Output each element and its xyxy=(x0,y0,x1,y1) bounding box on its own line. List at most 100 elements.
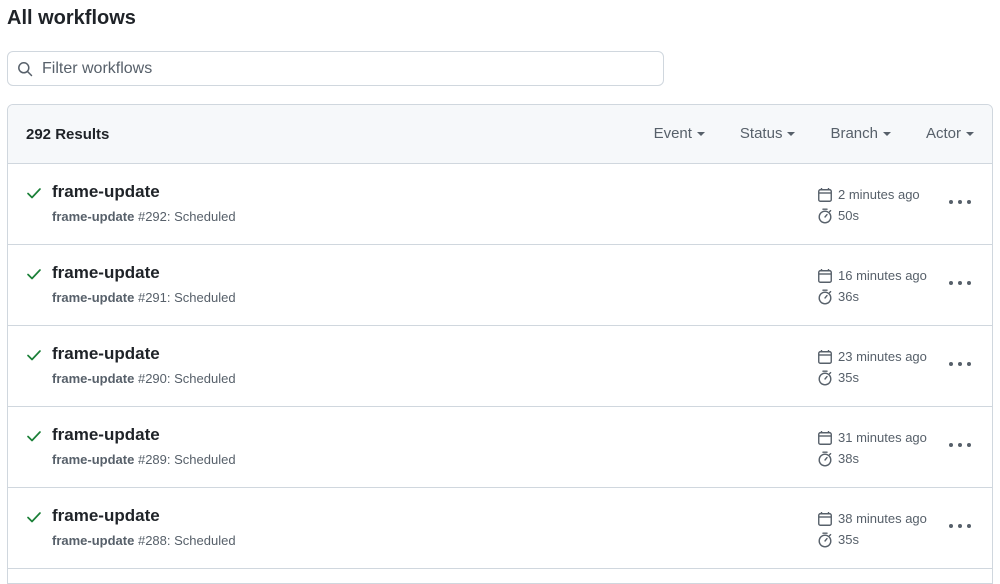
run-duration: 50s xyxy=(817,205,947,226)
actor-filter-menu[interactable]: Actor xyxy=(926,125,974,142)
run-duration: 36s xyxy=(817,286,947,307)
stopwatch-icon xyxy=(818,289,832,305)
kebab-dot xyxy=(958,362,962,366)
workflow-run-row[interactable]: frame-update frame-update #292: Schedule… xyxy=(8,164,992,245)
kebab-horizontal-icon xyxy=(949,443,953,447)
results-count: 292 Results xyxy=(26,126,110,143)
kebab-dot xyxy=(958,200,962,204)
run-timing: 16 minutes ago 36s xyxy=(817,265,947,307)
caret-down-icon xyxy=(966,132,974,136)
run-number-event: #291: Scheduled xyxy=(134,290,236,305)
run-started: 31 minutes ago xyxy=(817,427,947,448)
check-icon xyxy=(27,269,41,280)
run-number-event: #289: Scheduled xyxy=(134,452,236,467)
filter-workflows-field[interactable] xyxy=(7,51,664,86)
run-duration-text: 50s xyxy=(838,208,859,223)
run-timing: 2 minutes ago 50s xyxy=(817,184,947,226)
run-workflow-name: frame-update xyxy=(52,533,135,548)
kebab-horizontal-icon xyxy=(949,524,953,528)
run-started-text: 38 minutes ago xyxy=(838,511,927,526)
run-workflow-name: frame-update xyxy=(52,209,135,224)
kebab-dot xyxy=(958,443,962,447)
run-more-options-button[interactable] xyxy=(949,355,971,373)
check-icon xyxy=(27,350,41,361)
actor-filter-label: Actor xyxy=(925,125,961,142)
run-meta: frame-update #291: Scheduled xyxy=(52,290,236,305)
workflow-run-row[interactable]: frame-update frame-update #288: Schedule… xyxy=(8,488,992,569)
caret-down-icon xyxy=(787,132,796,136)
event-filter-menu[interactable]: Event xyxy=(654,125,705,142)
run-started: 2 minutes ago xyxy=(817,184,947,205)
run-title-link[interactable]: frame-update xyxy=(52,263,160,283)
runs-header: 292 Results Event Status Branch Actor xyxy=(8,105,992,164)
stopwatch-icon xyxy=(818,370,832,386)
run-number-event: #292: Scheduled xyxy=(134,209,236,224)
run-meta: frame-update #288: Scheduled xyxy=(52,533,236,548)
run-duration: 38s xyxy=(817,448,947,469)
run-title-link[interactable]: frame-update xyxy=(52,506,160,526)
runs-list: frame-update frame-update #292: Schedule… xyxy=(8,164,992,569)
calendar-icon xyxy=(818,268,832,283)
workflow-runs-box: 292 Results Event Status Branch Actor fr… xyxy=(7,104,993,584)
kebab-dot xyxy=(958,524,962,528)
run-started-text: 16 minutes ago xyxy=(838,268,927,283)
kebab-dot xyxy=(967,281,971,285)
run-started-text: 2 minutes ago xyxy=(838,187,920,202)
workflow-run-row[interactable]: frame-update frame-update #290: Schedule… xyxy=(8,326,992,407)
run-workflow-name: frame-update xyxy=(52,371,135,386)
run-workflow-name: frame-update xyxy=(52,290,135,305)
kebab-horizontal-icon xyxy=(949,362,953,366)
filter-menus: Event Status Branch Actor xyxy=(654,125,974,142)
run-number-event: #288: Scheduled xyxy=(134,533,236,548)
calendar-icon xyxy=(818,511,832,526)
run-title-link[interactable]: frame-update xyxy=(52,344,160,364)
run-duration-text: 35s xyxy=(838,532,859,547)
branch-filter-label: Branch xyxy=(830,125,878,142)
workflow-run-row[interactable]: frame-update frame-update #289: Schedule… xyxy=(8,407,992,488)
check-icon xyxy=(27,188,41,199)
run-more-options-button[interactable] xyxy=(949,436,971,454)
status-filter-label: Status xyxy=(739,125,783,142)
run-timing: 23 minutes ago 35s xyxy=(817,346,947,388)
kebab-dot xyxy=(967,524,971,528)
page-title: All workflows xyxy=(7,7,136,29)
kebab-horizontal-icon xyxy=(949,200,953,204)
run-duration: 35s xyxy=(817,367,947,388)
run-timing: 31 minutes ago 38s xyxy=(817,427,947,469)
run-title-link[interactable]: frame-update xyxy=(52,182,160,202)
status-filter-menu[interactable]: Status xyxy=(740,125,796,142)
stopwatch-icon xyxy=(818,208,832,224)
run-started: 38 minutes ago xyxy=(817,508,947,529)
kebab-dot xyxy=(967,200,971,204)
filter-workflows-input[interactable] xyxy=(42,52,652,85)
run-started: 23 minutes ago xyxy=(817,346,947,367)
kebab-dot xyxy=(958,281,962,285)
run-timing: 38 minutes ago 35s xyxy=(817,508,947,550)
run-more-options-button[interactable] xyxy=(949,274,971,292)
run-more-options-button[interactable] xyxy=(949,193,971,211)
branch-filter-menu[interactable]: Branch xyxy=(830,125,891,142)
check-icon xyxy=(27,512,41,523)
workflow-run-row[interactable]: frame-update frame-update #291: Schedule… xyxy=(8,245,992,326)
run-started-text: 31 minutes ago xyxy=(838,430,927,445)
run-more-options-button[interactable] xyxy=(949,517,971,535)
caret-down-icon xyxy=(696,132,705,136)
run-started: 16 minutes ago xyxy=(817,265,947,286)
run-title-link[interactable]: frame-update xyxy=(52,425,160,445)
calendar-icon xyxy=(818,187,832,202)
run-started-text: 23 minutes ago xyxy=(838,349,927,364)
run-meta: frame-update #292: Scheduled xyxy=(52,209,236,224)
kebab-dot xyxy=(967,362,971,366)
caret-down-icon xyxy=(882,132,891,136)
calendar-icon xyxy=(818,430,832,445)
run-meta: frame-update #289: Scheduled xyxy=(52,452,236,467)
run-duration-text: 36s xyxy=(838,289,859,304)
run-workflow-name: frame-update xyxy=(52,452,135,467)
check-icon xyxy=(27,431,41,442)
search-icon xyxy=(18,62,33,77)
calendar-icon xyxy=(818,349,832,364)
run-meta: frame-update #290: Scheduled xyxy=(52,371,236,386)
stopwatch-icon xyxy=(818,532,832,548)
stopwatch-icon xyxy=(818,451,832,467)
run-number-event: #290: Scheduled xyxy=(134,371,236,386)
